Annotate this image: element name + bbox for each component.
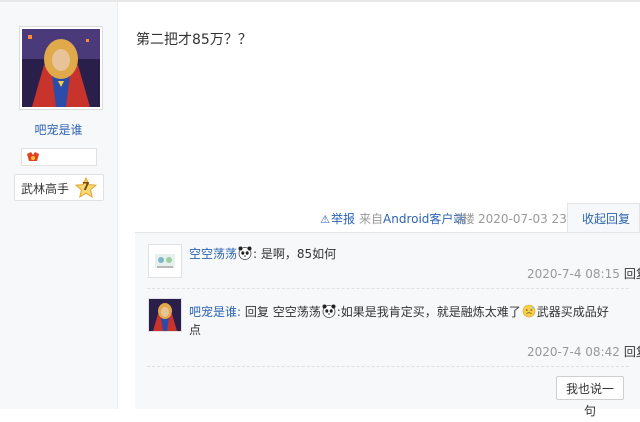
- reply-meta: 2020-7-4 08:15 回复: [527, 266, 640, 282]
- report-warning-icon: ⚠: [320, 213, 330, 226]
- reply-divider: [147, 366, 629, 367]
- level-number: 7: [82, 180, 90, 193]
- source-prefix: 来自: [359, 212, 384, 226]
- reply-target-username[interactable]: 空空荡荡: [273, 305, 321, 319]
- source-app-link[interactable]: Android客户端: [383, 212, 465, 226]
- reply-button[interactable]: 回复: [624, 345, 640, 359]
- reply-content: 吧宠是谁: 回复 空空荡荡 :如果是我肯定买，就是融炼太难了 武器买成品好点: [189, 303, 629, 339]
- collapse-replies-button[interactable]: 收起回复: [582, 211, 630, 227]
- badge-flag-icon: [27, 152, 39, 161]
- author-badge[interactable]: [21, 148, 97, 166]
- user-avatar-icon: [149, 245, 181, 277]
- level-title: 武林高手: [21, 182, 70, 196]
- reply-meta: 2020-7-4 08:42 回复: [527, 344, 640, 360]
- reply-time: 2020-7-4 08:15: [527, 267, 620, 281]
- sweat-smile-emoji-icon: [522, 304, 536, 318]
- floor-number: 3楼: [455, 212, 475, 226]
- reply-username[interactable]: 空空荡荡: [189, 247, 237, 261]
- user-avatar-icon: [149, 299, 181, 331]
- panda-emoji-icon: [238, 246, 252, 260]
- reply-avatar[interactable]: [148, 298, 182, 332]
- reply-time: 2020-7-4 08:42: [527, 345, 620, 359]
- reply-text: : 是啊，85如何: [253, 247, 337, 261]
- post-content: 第二把才85万？？: [136, 32, 252, 48]
- reply-button[interactable]: 回复: [624, 267, 640, 281]
- reply-text: :如果是我肯定买，就是融炼太难了: [336, 305, 521, 319]
- panda-emoji-icon: [322, 304, 336, 318]
- reply-word: 回复: [244, 305, 269, 319]
- author-avatar[interactable]: [19, 26, 103, 110]
- author-level: 武林高手 7: [14, 174, 104, 201]
- reply-text-continued: 武器买成品好: [536, 305, 609, 319]
- add-comment-button[interactable]: 我也说一句: [556, 376, 624, 418]
- reply-avatar[interactable]: [148, 244, 182, 278]
- reply-content: 空空荡荡 : 是啊，85如何: [189, 245, 336, 263]
- reply-username[interactable]: 吧宠是谁:: [189, 305, 241, 319]
- post-source: 来自Android客户端: [359, 211, 465, 227]
- reply-divider: [147, 288, 629, 289]
- reply-text-end: 点: [189, 323, 202, 337]
- author-sidebar: 吧宠是谁 武林高手 7: [0, 2, 118, 409]
- user-avatar-icon: [22, 29, 100, 107]
- report-link[interactable]: ⚠举报: [319, 211, 355, 227]
- report-label: 举报: [331, 212, 356, 226]
- author-username[interactable]: 吧宠是谁: [0, 121, 117, 138]
